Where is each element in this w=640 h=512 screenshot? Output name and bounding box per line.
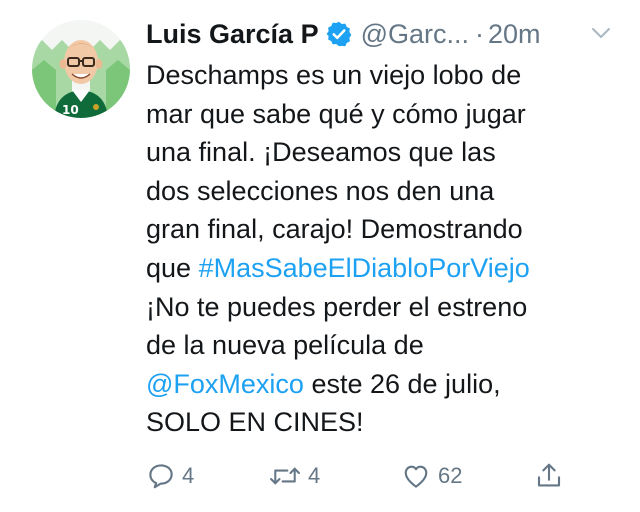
reply-button[interactable]: 4 — [146, 456, 194, 496]
tweet-text-fragment: que — [146, 252, 199, 283]
author-handle[interactable]: @Garc... — [361, 19, 469, 50]
tweet-text-line: gran final, carajo! Demostrando — [146, 214, 523, 245]
svg-text:10: 10 — [62, 103, 79, 117]
retweet-button[interactable]: 4 — [268, 456, 320, 496]
tweet-text-line: una final. ¡Deseamos que las — [146, 137, 496, 168]
tweet-header: Luis García P @Garc... · 20m — [146, 14, 541, 54]
tweet-text-line: Deschamps es un viejo lobo de — [146, 60, 522, 90]
header-separator: · — [475, 18, 484, 49]
share-button[interactable] — [534, 456, 564, 496]
tweet-text-line: ¡No te puedes perder el estreno — [146, 291, 528, 322]
like-button[interactable]: 62 — [400, 456, 462, 496]
tweet-text: Deschamps es un viejo lobo de mar que sa… — [146, 56, 626, 442]
author-name[interactable]: Luis García P — [146, 19, 319, 50]
verified-badge-icon — [326, 21, 351, 47]
hashtag-link[interactable]: #MasSabeElDiabloPorViejo — [199, 253, 530, 283]
avatar-illustration-icon: 10 — [32, 20, 130, 118]
tweet-text-line: SOLO EN CINES! — [146, 407, 364, 438]
tweet-text-line: @FoxMexico este 26 de julio, — [146, 365, 626, 404]
reply-icon — [149, 464, 173, 489]
chevron-down-icon[interactable] — [588, 20, 614, 46]
tweet-text-fragment: este 26 de julio, — [303, 368, 501, 399]
avatar[interactable]: 10 — [32, 20, 130, 118]
mention-link[interactable]: @FoxMexico — [146, 369, 304, 399]
tweet-timestamp[interactable]: 20m — [488, 19, 541, 50]
tweet-text-line: mar que sabe qué y cómo jugar — [146, 98, 526, 129]
retweet-count: 4 — [308, 463, 321, 488]
tweet-actions: 4 4 62 — [146, 456, 566, 496]
share-icon — [537, 463, 561, 487]
tweet-text-line: que #MasSabeElDiabloPorViejo — [146, 249, 626, 288]
retweet-icon — [270, 467, 300, 485]
heart-icon — [404, 465, 428, 488]
reply-count: 4 — [182, 463, 195, 488]
like-count: 62 — [438, 463, 463, 488]
tweet-text-line: de la nueva película de — [146, 330, 424, 361]
tweet-text-line: dos selecciones nos den una — [146, 175, 495, 206]
